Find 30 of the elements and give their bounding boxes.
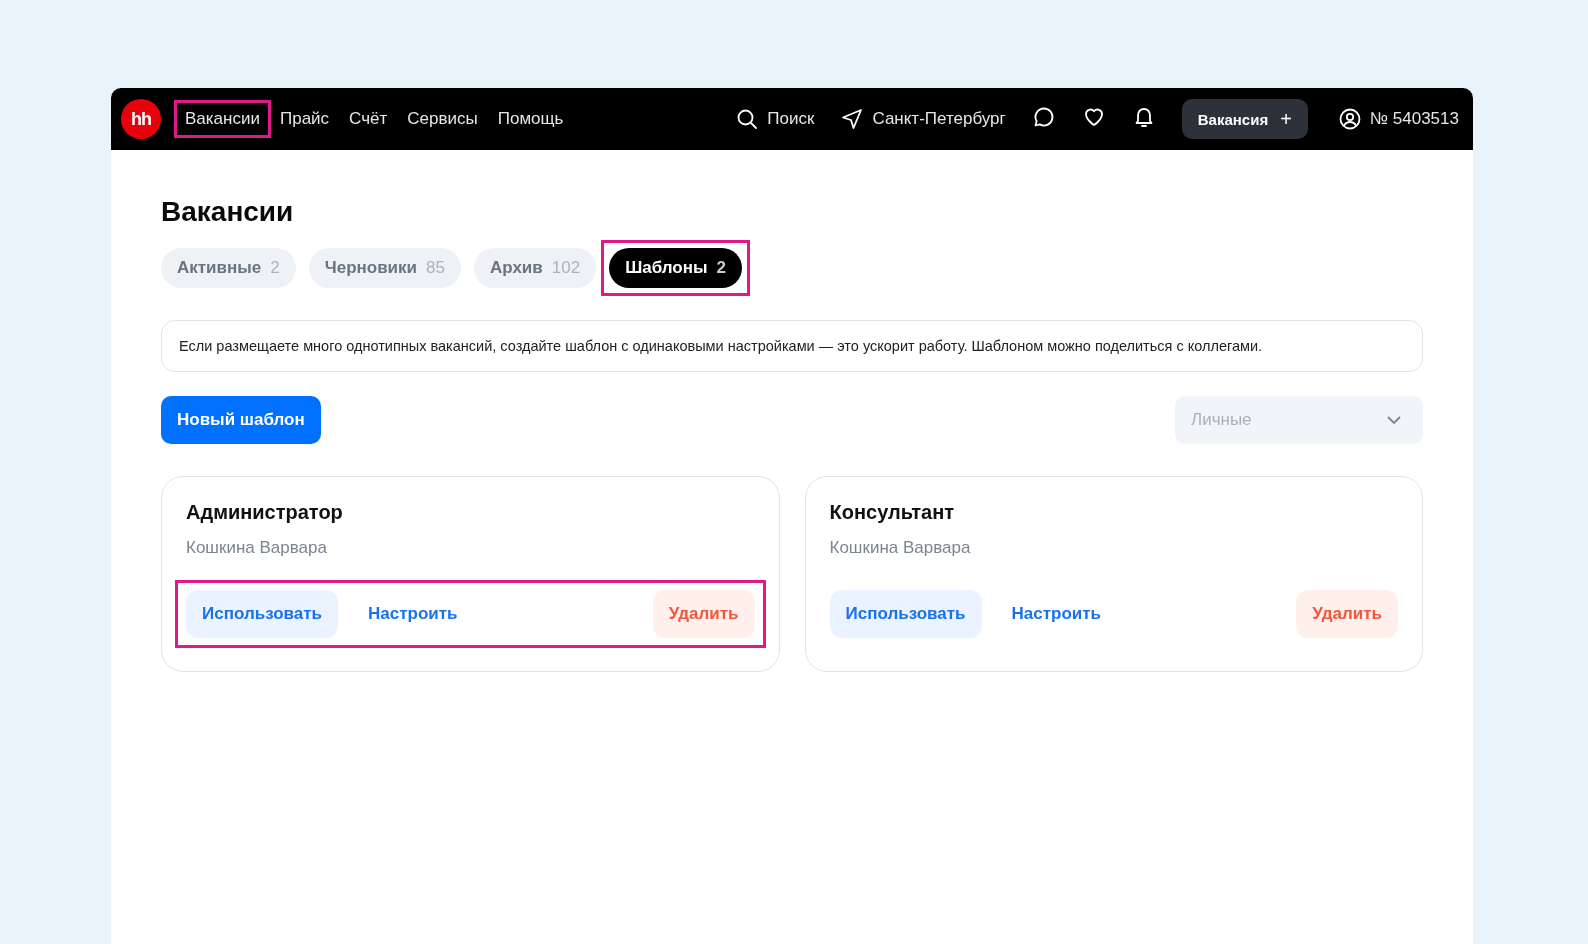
configure-button[interactable]: Настроить <box>352 604 474 624</box>
city-link[interactable]: Санкт-Петербург <box>872 109 1006 129</box>
logo[interactable]: hh <box>121 99 161 139</box>
nav-link[interactable]: Помощь <box>489 103 572 135</box>
use-button[interactable]: Использовать <box>186 590 339 638</box>
nav-link[interactable]: Счёт <box>341 103 396 135</box>
tab[interactable]: Архив 102 <box>473 248 597 288</box>
template-author: Кошкина Варвара <box>186 538 328 558</box>
configure-button[interactable]: Настроить <box>995 604 1118 624</box>
template-title: Администратор <box>186 501 344 524</box>
delete-button[interactable]: Удалить <box>1296 590 1398 638</box>
new-template-button[interactable]: Новый шаблон <box>161 396 321 444</box>
template-title: Консультант <box>829 501 956 524</box>
search-icon[interactable] <box>735 107 760 131</box>
user-circle-icon[interactable] <box>1337 107 1362 131</box>
location-arrow-icon[interactable] <box>840 107 865 131</box>
account-number[interactable]: № 5403513 <box>1369 109 1459 129</box>
nav-link[interactable]: Сервисы <box>399 103 486 135</box>
info-note: Если размещаете много однотипных вакансий, создайте шаблон с одинаковыми настройками — это ускорит работу. Шаблоном можно поделиться с коллегами. <box>161 320 1423 372</box>
page-title: Вакансии <box>161 196 295 228</box>
template-author: Кошкина Варвара <box>829 538 972 558</box>
tab[interactable]: Черновики 85 <box>308 248 461 288</box>
tab[interactable]: Шаблоны 2 <box>609 248 742 288</box>
delete-button[interactable]: Удалить <box>652 590 755 638</box>
nav-link[interactable]: Вакансии <box>177 103 268 135</box>
search-link[interactable]: Поиск <box>767 109 815 129</box>
tab[interactable]: Активные 2 <box>161 248 296 288</box>
nav-link[interactable]: Прайс <box>271 103 338 135</box>
create-vacancy-button[interactable]: Вакансия + <box>1181 99 1308 139</box>
use-button[interactable]: Использовать <box>829 590 982 638</box>
